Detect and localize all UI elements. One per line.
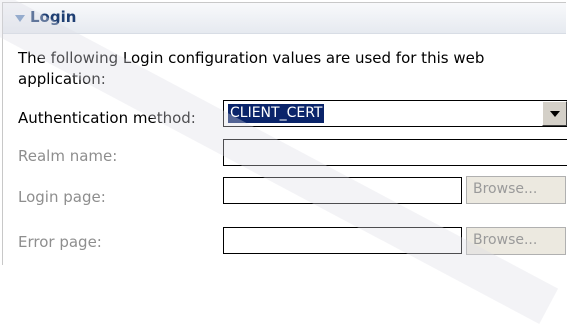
auth-method-value: CLIENT_CERT <box>228 104 325 123</box>
login-section: Login The following Login configuration … <box>2 2 567 265</box>
login-page-input[interactable] <box>223 177 462 204</box>
chevron-down-icon <box>550 111 560 117</box>
realm-name-input[interactable] <box>223 139 567 166</box>
auth-method-label: Authentication method: <box>18 109 196 127</box>
auth-method-combo[interactable]: CLIENT_CERT <box>223 100 567 127</box>
realm-name-label: Realm name: <box>18 147 118 165</box>
error-page-browse-button[interactable]: Browse... <box>466 227 566 255</box>
login-page-label: Login page: <box>18 188 106 206</box>
collapse-triangle-icon[interactable] <box>15 15 25 22</box>
dropdown-button[interactable] <box>542 101 567 126</box>
error-page-input[interactable] <box>223 227 462 254</box>
error-page-label: Error page: <box>18 233 102 251</box>
login-page-browse-button[interactable]: Browse... <box>466 176 566 204</box>
section-header[interactable]: Login <box>3 3 566 34</box>
section-title: Login <box>30 8 77 26</box>
section-description: The following Login configuration values… <box>18 49 485 88</box>
